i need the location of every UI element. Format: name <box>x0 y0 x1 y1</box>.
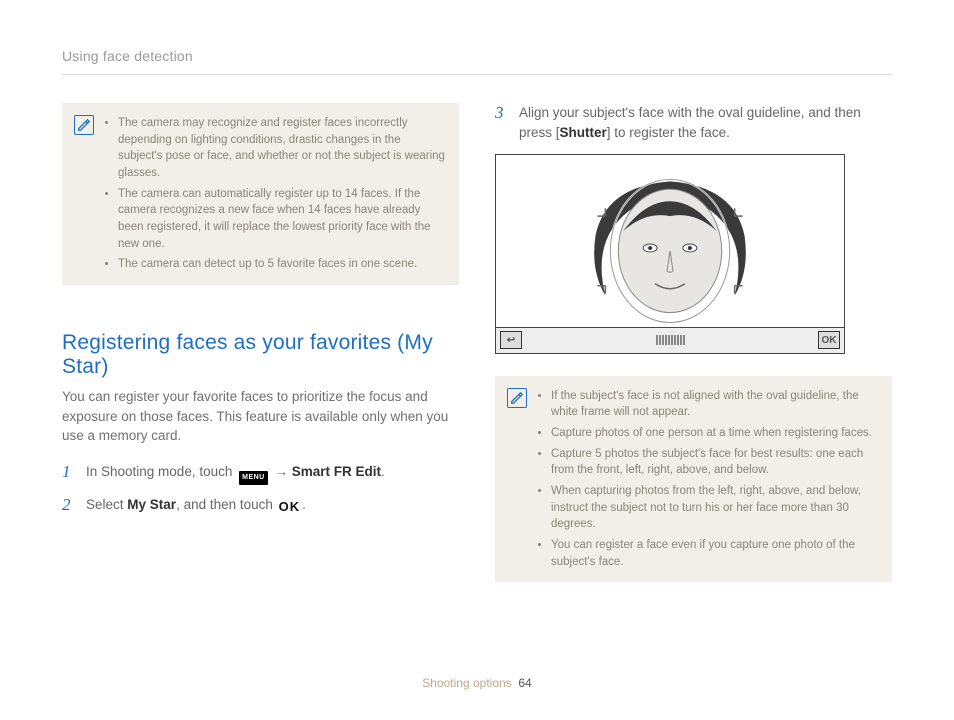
footer-section: Shooting options <box>422 676 511 690</box>
step-1: 1 In Shooting mode, touch MENU → Smart F… <box>62 462 459 486</box>
ok-icon: OK <box>279 497 301 517</box>
step-3: 3 Align your subject's face with the ova… <box>495 103 892 144</box>
back-button[interactable]: ↩ <box>500 331 522 349</box>
step-number: 2 <box>62 495 76 517</box>
note-list-left: The camera may recognize and register fa… <box>104 115 445 273</box>
right-column: 3 Align your subject's face with the ova… <box>495 103 892 582</box>
page-footer: Shooting options 64 <box>62 676 892 690</box>
page-number: 64 <box>518 676 531 690</box>
step-text: In Shooting mode, touch <box>86 464 236 479</box>
note-box-left: The camera may recognize and register fa… <box>62 103 459 285</box>
step-body: Select My Star, and then touch OK. <box>86 495 459 517</box>
section-intro: You can register your favorite faces to … <box>62 387 459 446</box>
step-body: Align your subject's face with the oval … <box>519 103 892 144</box>
header-rule <box>62 74 892 75</box>
note-item: The camera can detect up to 5 favorite f… <box>118 256 445 273</box>
lcd-toolbar: ↩ OK <box>496 327 844 353</box>
menu-icon: MENU <box>239 471 268 486</box>
left-column: The camera may recognize and register fa… <box>62 103 459 582</box>
note-item: If the subject's face is not aligned wit… <box>551 388 878 421</box>
note-item: Capture 5 photos the subject's face for … <box>551 446 878 479</box>
step-text: . <box>381 464 385 479</box>
step-bold: My Star <box>127 497 176 512</box>
breadcrumb: Using face detection <box>62 48 892 64</box>
step-text: . <box>302 497 306 512</box>
lcd-figure: ↩ OK <box>495 154 845 354</box>
step-2: 2 Select My Star, and then touch OK. <box>62 495 459 517</box>
note-icon <box>74 115 94 135</box>
step-text: ] to register the face. <box>607 125 730 140</box>
step-number: 3 <box>495 103 509 144</box>
step-bold: Smart FR Edit <box>292 464 381 479</box>
note-box-right: If the subject's face is not aligned wit… <box>495 376 892 583</box>
note-item: The camera can automatically register up… <box>118 186 445 253</box>
note-item: Capture photos of one person at a time w… <box>551 425 878 442</box>
step-arrow: → <box>271 464 292 479</box>
step-text: , and then touch <box>176 497 277 512</box>
note-item: You can register a face even if you capt… <box>551 537 878 570</box>
lcd-canvas <box>496 155 844 327</box>
section-heading: Registering faces as your favorites (My … <box>62 331 459 379</box>
note-list-right: If the subject's face is not aligned wit… <box>537 388 878 571</box>
step-text: Select <box>86 497 127 512</box>
note-item: The camera may recognize and register fa… <box>118 115 445 182</box>
step-number: 1 <box>62 462 76 486</box>
face-illustration <box>496 156 844 326</box>
step-bold: Shutter <box>560 125 607 140</box>
step-body: In Shooting mode, touch MENU → Smart FR … <box>86 462 459 486</box>
ok-button[interactable]: OK <box>818 331 840 349</box>
lcd-progress <box>530 335 810 345</box>
note-icon <box>507 388 527 408</box>
note-item: When capturing photos from the left, rig… <box>551 483 878 533</box>
